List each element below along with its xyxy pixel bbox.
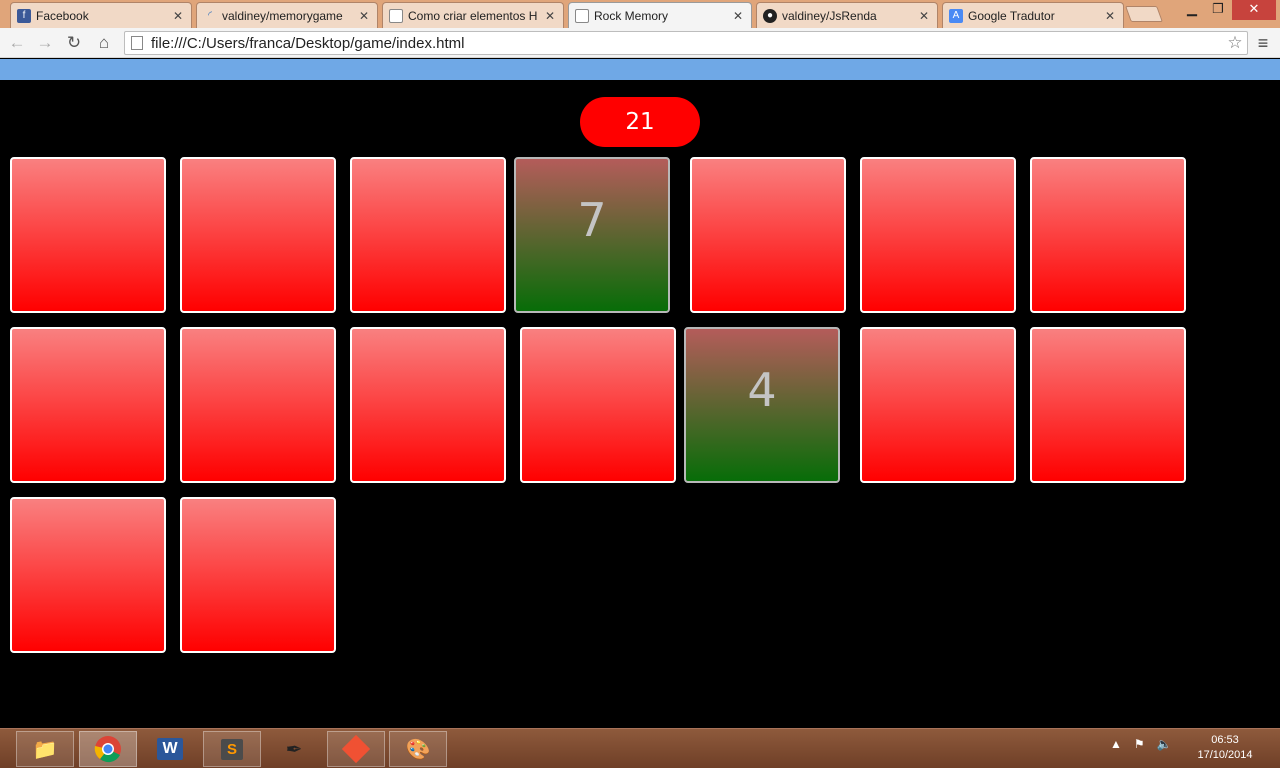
memory-card[interactable] xyxy=(180,497,336,653)
new-tab-button[interactable] xyxy=(1125,6,1163,22)
memory-card[interactable] xyxy=(180,327,336,483)
tab-strip: f Facebook ✕ ◜ valdiney/memorygame ✕ Com… xyxy=(0,0,1280,28)
tab-label: Rock Memory xyxy=(594,8,669,23)
reload-icon[interactable]: ↻ xyxy=(62,31,86,55)
volume-icon[interactable]: 🔈 xyxy=(1157,737,1172,751)
page-content: 21 7 4 xyxy=(0,59,1280,727)
close-icon[interactable]: ✕ xyxy=(731,9,745,23)
memory-card[interactable] xyxy=(1030,157,1186,313)
memory-card[interactable] xyxy=(860,157,1016,313)
memory-card-flipped[interactable]: 4 xyxy=(684,327,840,483)
file-explorer-icon[interactable]: 📁 xyxy=(16,731,74,767)
minimize-icon[interactable]: ▁ xyxy=(1178,0,1206,20)
memory-card[interactable] xyxy=(10,497,166,653)
page-icon xyxy=(575,8,589,23)
tab-label: Como criar elementos H xyxy=(408,8,538,23)
memory-card[interactable] xyxy=(860,327,1016,483)
paint-icon[interactable]: 🎨 xyxy=(389,731,447,767)
system-tray: ▲ ⚑ 🔈 xyxy=(1110,737,1172,751)
page-icon xyxy=(389,8,403,23)
browser-toolbar: ← → ↻ ⌂ ☆ ≡ xyxy=(0,28,1280,58)
tab-jsrenda[interactable]: ● valdiney/JsRenda ✕ xyxy=(756,2,938,28)
address-bar[interactable]: ☆ xyxy=(124,31,1248,55)
translate-icon: A xyxy=(949,8,963,23)
memory-card[interactable] xyxy=(350,157,506,313)
close-icon[interactable]: ✕ xyxy=(917,9,931,23)
close-icon[interactable]: ✕ xyxy=(357,9,371,23)
github-icon: ● xyxy=(763,8,777,23)
bookmark-star-icon[interactable]: ☆ xyxy=(1223,33,1247,53)
tab-google-tradutor[interactable]: A Google Tradutor ✕ xyxy=(942,2,1124,28)
window-close-button[interactable]: ✕ xyxy=(1232,0,1276,20)
restore-icon[interactable]: ❐ xyxy=(1204,0,1232,20)
memory-card[interactable] xyxy=(10,327,166,483)
git-logo xyxy=(341,734,371,764)
sublime-text-icon[interactable]: S xyxy=(203,731,261,767)
show-hidden-icons[interactable]: ▲ xyxy=(1110,737,1122,751)
tab-label: Facebook xyxy=(36,8,89,23)
memory-card[interactable] xyxy=(350,327,506,483)
taskbar: 📁 W S ✒ 🎨 ▲ ⚑ 🔈 06:53 17/10/2014 xyxy=(0,728,1280,768)
system-clock[interactable]: 06:53 17/10/2014 xyxy=(1190,733,1260,763)
tab-label: valdiney/memorygame xyxy=(222,8,343,23)
memory-card[interactable] xyxy=(520,327,676,483)
sublime-logo: S xyxy=(220,738,243,760)
tab-facebook[interactable]: f Facebook ✕ xyxy=(10,2,192,28)
menu-icon[interactable]: ≡ xyxy=(1252,33,1274,55)
memory-card-flipped[interactable]: 7 xyxy=(514,157,670,313)
git-icon[interactable] xyxy=(327,731,385,767)
tab-label: valdiney/JsRenda xyxy=(782,8,877,23)
color-picker-icon[interactable]: ✒ xyxy=(265,731,323,767)
clock-time: 06:53 xyxy=(1211,734,1239,746)
page-top-bar xyxy=(0,59,1280,80)
memory-card[interactable] xyxy=(1030,327,1186,483)
word-icon[interactable]: W xyxy=(141,731,199,767)
tab-rock-memory[interactable]: Rock Memory ✕ xyxy=(568,2,752,28)
clock-date: 17/10/2014 xyxy=(1197,749,1253,761)
close-icon[interactable]: ✕ xyxy=(171,9,185,23)
page-icon xyxy=(131,36,143,50)
memory-card[interactable] xyxy=(180,157,336,313)
memory-card[interactable] xyxy=(690,157,846,313)
word-logo: W xyxy=(157,738,183,760)
facebook-icon: f xyxy=(17,8,31,23)
memory-card[interactable] xyxy=(10,157,166,313)
close-icon[interactable]: ✕ xyxy=(1103,9,1117,23)
score-badge: 21 xyxy=(580,97,700,147)
close-icon[interactable]: ✕ xyxy=(543,9,557,23)
home-icon[interactable]: ⌂ xyxy=(92,31,116,55)
chrome-icon[interactable] xyxy=(79,731,137,767)
tab-memorygame[interactable]: ◜ valdiney/memorygame ✕ xyxy=(196,2,378,28)
loading-icon: ◜ xyxy=(208,10,212,21)
url-input[interactable] xyxy=(151,34,1223,52)
tab-label: Google Tradutor xyxy=(968,8,1055,23)
chrome-logo xyxy=(94,736,121,763)
card-value: 4 xyxy=(747,363,777,417)
tab-como-criar[interactable]: Como criar elementos H ✕ xyxy=(382,2,564,28)
action-center-flag-icon[interactable]: ⚑ xyxy=(1134,737,1145,751)
forward-icon[interactable]: → xyxy=(33,31,57,55)
back-icon[interactable]: ← xyxy=(5,31,29,55)
card-value: 7 xyxy=(577,193,607,247)
